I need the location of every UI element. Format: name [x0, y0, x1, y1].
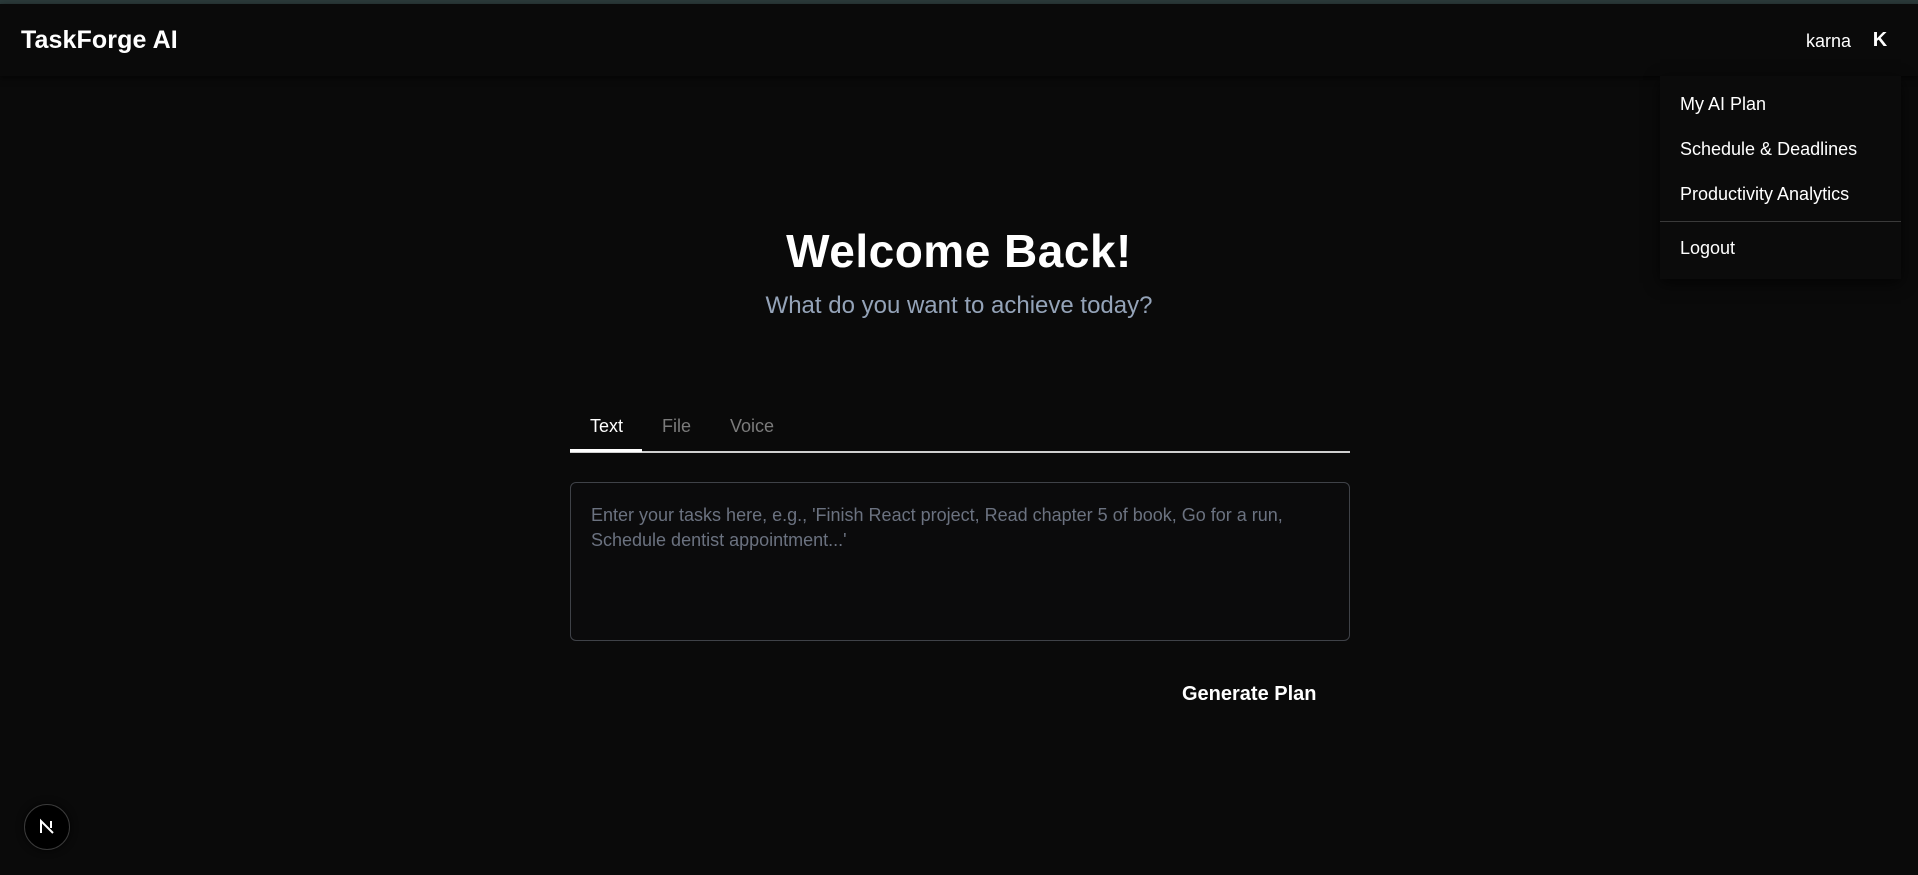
top-navbar: TaskForge AI karna K: [0, 4, 1918, 76]
menu-divider: [1660, 221, 1901, 222]
active-tab-indicator: [570, 449, 642, 452]
tab-voice[interactable]: Voice: [730, 416, 774, 437]
generate-plan-button[interactable]: Generate Plan: [1170, 678, 1329, 710]
username-label: karna: [1806, 31, 1852, 51]
nextjs-logo-icon: [40, 818, 54, 834]
menu-item-schedule-deadlines[interactable]: Schedule & Deadlines: [1660, 127, 1901, 172]
tab-file[interactable]: File: [662, 416, 691, 437]
task-input-textarea[interactable]: [570, 482, 1350, 641]
nextjs-dev-indicator-button[interactable]: [24, 804, 70, 850]
tab-text[interactable]: Text: [590, 416, 623, 437]
user-avatar-button[interactable]: K: [1867, 26, 1893, 54]
page-title: Welcome Back!: [786, 225, 1132, 277]
menu-item-my-ai-plan[interactable]: My AI Plan: [1660, 82, 1901, 127]
app-title[interactable]: TaskForge AI: [21, 26, 178, 55]
menu-item-productivity-analytics[interactable]: Productivity Analytics: [1660, 172, 1901, 217]
page-subtitle: What do you want to achieve today?: [765, 292, 1153, 319]
input-mode-tabs: Text File Voice: [570, 406, 1350, 453]
